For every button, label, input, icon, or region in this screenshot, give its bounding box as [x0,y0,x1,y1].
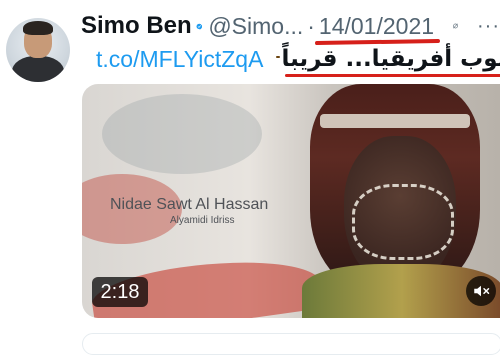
video-caption-subtitle: Alyamidi Idriss [170,215,235,226]
video-caption-title: Nidae Sawt Al Hassan [110,196,269,213]
avatar[interactable] [6,18,70,82]
separator-dot: · [307,12,315,39]
verified-badge-icon [195,23,203,29]
next-tweet-card [82,333,500,355]
tweet-date[interactable]: 14/01/2021 [314,12,441,45]
author-handle[interactable]: @Simo... [208,13,303,40]
tweet-header: Simo Ben @Simo... · 14/01/2021 ··· [81,12,500,45]
tweet-arabic-text-content: جنوب أفريقيا... قريباً [281,46,500,72]
video-background-shape [102,94,262,174]
video-figure-face-paint [352,184,454,260]
tweet-arabic-text: جنوب أفريقيا... قريباً [281,46,500,77]
arabic-annotation-underline [285,74,500,77]
avatar-body [12,56,64,82]
video-figure-band [320,114,470,128]
tweet-date-text: 14/01/2021 [318,12,435,39]
tweet-text: t.co/MFLYictZqA جنوب أفريقيا... قريباً [96,42,500,77]
edited-icon[interactable] [452,15,459,37]
more-icon[interactable]: ··· [477,15,500,38]
author-name[interactable]: Simo Ben [81,12,192,40]
avatar-hair [23,21,53,35]
mute-button[interactable] [466,276,496,306]
video-duration: 2:18 [92,277,148,307]
mute-icon [474,285,490,297]
tweet-link[interactable]: t.co/MFLYictZqA [96,46,263,73]
video-player[interactable]: Nidae Sawt Al Hassan Alyamidi Idriss 2:1… [82,84,500,318]
